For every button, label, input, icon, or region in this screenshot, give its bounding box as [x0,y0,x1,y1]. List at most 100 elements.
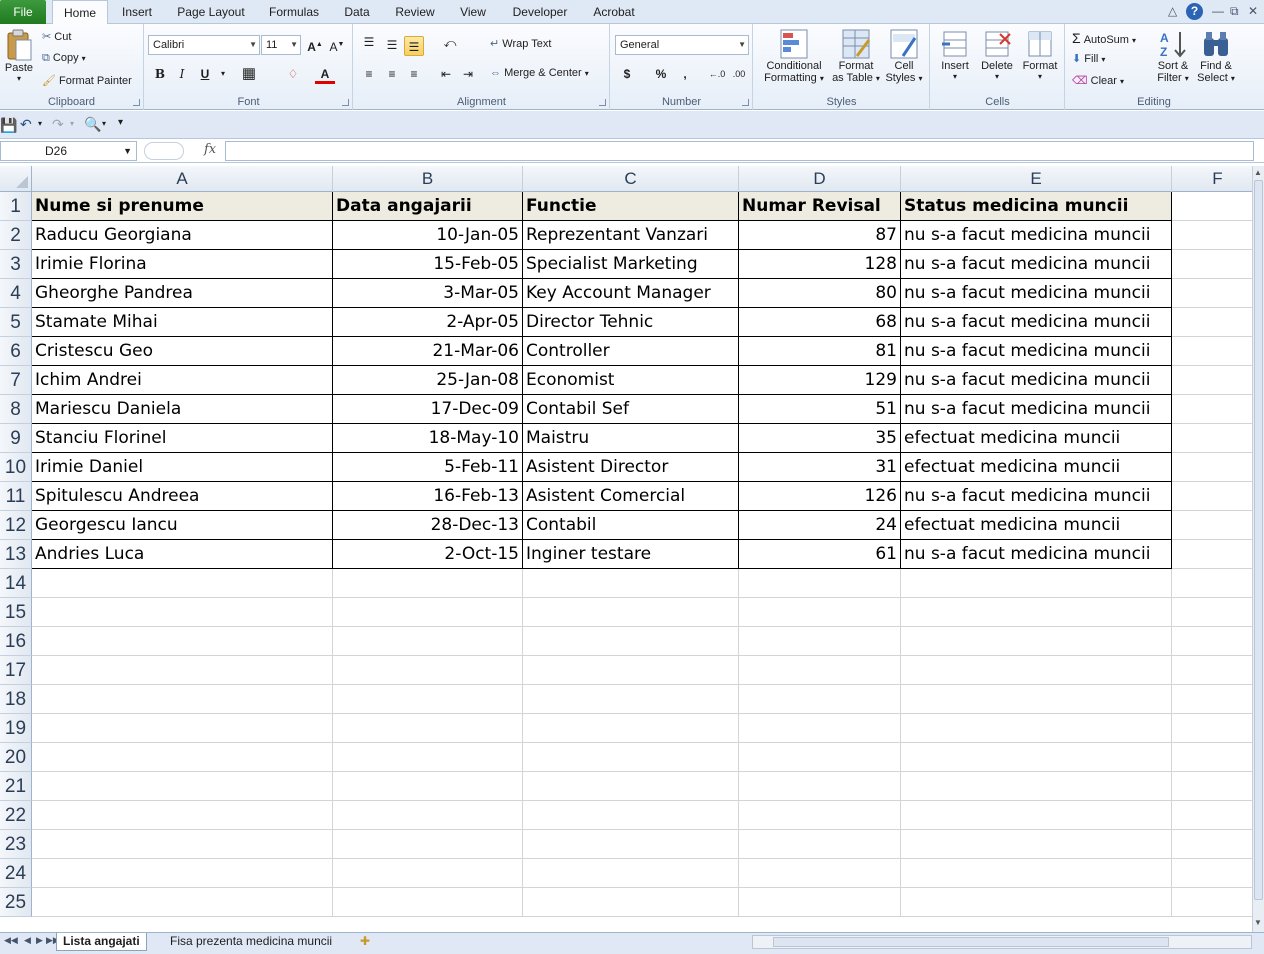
table-cell[interactable]: Contabil Sef [523,395,739,424]
row-header[interactable]: 7 [0,366,32,395]
undo-dropdown-icon[interactable]: ▾ [38,119,42,128]
number-launcher-icon[interactable] [742,99,749,106]
merge-center-button[interactable]: ⇔ Merge & Center ▾ [490,67,589,79]
table-cell[interactable]: efectuat medicina muncii [901,424,1172,453]
row-header[interactable]: 8 [0,395,32,424]
scroll-down-icon[interactable]: ▼ [1254,918,1262,927]
format-as-table-button[interactable]: Format as Table ▾ [830,28,882,84]
empty-cell[interactable] [32,714,333,743]
cut-button[interactable]: ✂ Cut [42,30,71,43]
minimize-ribbon-icon[interactable]: △ [1168,4,1177,18]
empty-cell[interactable] [901,569,1172,598]
empty-cell[interactable] [32,859,333,888]
table-cell[interactable]: nu s-a facut medicina muncii [901,308,1172,337]
vertical-scrollbar[interactable]: ▲ ▼ [1252,166,1264,932]
table-cell[interactable]: nu s-a facut medicina muncii [901,540,1172,569]
table-cell[interactable]: 68 [739,308,901,337]
row-header[interactable]: 13 [0,540,32,569]
empty-cell[interactable] [333,830,523,859]
table-cell[interactable]: 15-Feb-05 [333,250,523,279]
empty-cell[interactable] [901,743,1172,772]
row-header[interactable]: 16 [0,627,32,656]
table-cell[interactable]: 129 [739,366,901,395]
align-left-icon[interactable]: ≡ [359,64,379,84]
empty-cell[interactable] [1172,569,1252,598]
delete-cells-button[interactable]: Delete ▾ [977,28,1017,81]
empty-cell[interactable] [333,714,523,743]
table-cell[interactable]: 3-Mar-05 [333,279,523,308]
column-header-e[interactable]: E [901,166,1172,192]
column-header-c[interactable]: C [523,166,739,192]
table-cell[interactable]: nu s-a facut medicina muncii [901,337,1172,366]
empty-cell[interactable] [1172,424,1252,453]
row-header[interactable]: 19 [0,714,32,743]
empty-cell[interactable] [523,714,739,743]
row-header[interactable]: 20 [0,743,32,772]
table-cell[interactable]: nu s-a facut medicina muncii [901,395,1172,424]
empty-cell[interactable] [739,772,901,801]
empty-cell[interactable] [739,656,901,685]
empty-cell[interactable] [901,656,1172,685]
row-header[interactable]: 6 [0,337,32,366]
empty-cell[interactable] [739,743,901,772]
tab-developer[interactable]: Developer [504,0,576,24]
tab-data[interactable]: Data [336,0,378,24]
row-header[interactable]: 5 [0,308,32,337]
tab-review[interactable]: Review [388,0,442,24]
table-cell[interactable]: 126 [739,482,901,511]
table-cell[interactable]: 81 [739,337,901,366]
table-cell[interactable]: 18-May-10 [333,424,523,453]
empty-cell[interactable] [901,888,1172,917]
empty-cell[interactable] [32,685,333,714]
first-sheet-icon[interactable]: ◀◀ [4,935,18,946]
empty-cell[interactable] [333,569,523,598]
window-close-icon[interactable]: ✕ [1248,4,1258,18]
align-top-icon[interactable]: ☰ [359,32,379,52]
empty-cell[interactable] [1172,250,1252,279]
tab-formulas[interactable]: Formulas [262,0,326,24]
empty-cell[interactable] [901,859,1172,888]
row-header[interactable]: 22 [0,801,32,830]
empty-cell[interactable] [901,627,1172,656]
table-cell[interactable]: Economist [523,366,739,395]
empty-cell[interactable] [1172,888,1252,917]
table-cell[interactable]: 128 [739,250,901,279]
worksheet-grid[interactable]: ABCDEF 1 Nume si prenume Data angajarii Fun… [0,166,1252,932]
tab-file[interactable]: File [0,0,46,24]
table-cell[interactable]: 10-Jan-05 [333,221,523,250]
empty-cell[interactable] [333,801,523,830]
empty-cell[interactable] [739,627,901,656]
insert-sheet-icon[interactable]: ✚ [360,934,370,948]
tab-view[interactable]: View [452,0,494,24]
empty-cell[interactable] [1172,772,1252,801]
empty-cell[interactable] [333,859,523,888]
empty-cell[interactable] [1172,308,1252,337]
grow-font-icon[interactable]: A▲ [305,35,325,55]
print-preview-icon[interactable]: 🔍 [84,116,101,133]
table-cell[interactable]: 2-Apr-05 [333,308,523,337]
customize-qat-icon[interactable]: ▾ [118,117,123,128]
table-cell[interactable]: Stamate Mihai [32,308,333,337]
row-header[interactable]: 11 [0,482,32,511]
empty-cell[interactable] [901,830,1172,859]
align-bottom-icon[interactable]: ☰ [404,36,424,56]
empty-cell[interactable] [333,743,523,772]
column-header-a[interactable]: A [32,166,333,192]
paste-dropdown-icon[interactable]: ▾ [2,74,36,83]
empty-cell[interactable] [901,772,1172,801]
table-cell[interactable]: 5-Feb-11 [333,453,523,482]
table-cell[interactable]: nu s-a facut medicina muncii [901,250,1172,279]
conditional-formatting-button[interactable]: Conditional Formatting ▾ [758,28,830,84]
empty-cell[interactable] [901,598,1172,627]
empty-cell[interactable] [523,743,739,772]
fill-color-icon[interactable]: ♢ [283,64,303,84]
cell-styles-button[interactable]: Cell Styles ▾ [882,28,926,84]
empty-cell[interactable] [1172,279,1252,308]
empty-cell[interactable] [32,627,333,656]
undo-icon[interactable]: ↶ [20,116,32,133]
empty-cell[interactable] [32,772,333,801]
empty-cell[interactable] [1172,743,1252,772]
empty-cell[interactable] [523,801,739,830]
print-preview-dropdown-icon[interactable]: ▾ [102,119,106,128]
empty-cell[interactable] [333,772,523,801]
